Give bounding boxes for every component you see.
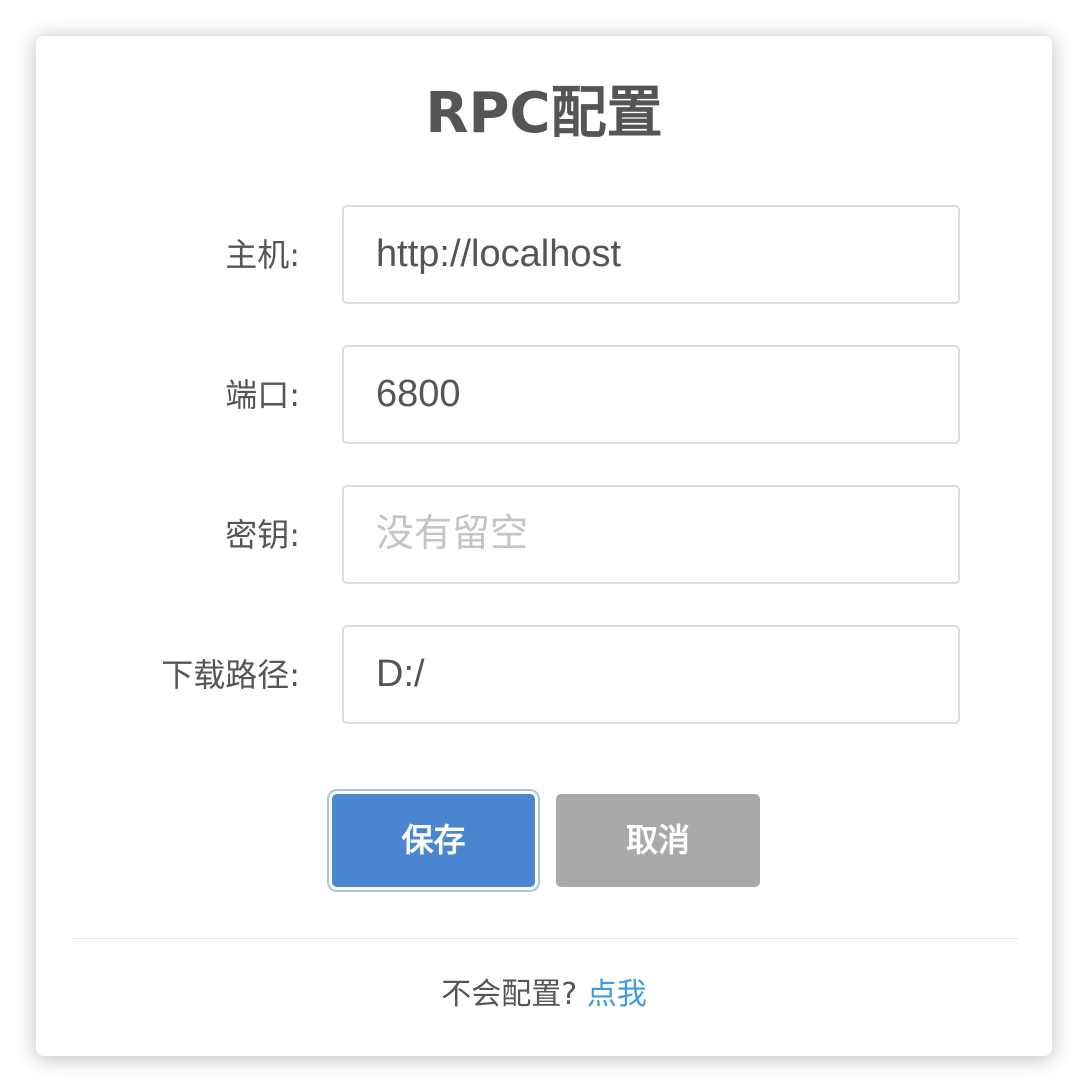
help-link[interactable]: 点我 — [587, 977, 647, 1012]
help-text: 不会配置? — [441, 977, 578, 1012]
footer-divider — [73, 938, 1018, 939]
secret-label: 密钥: — [225, 516, 300, 554]
rpc-config-dialog: RPC配置 主机: 端口: 密钥: 下载路径: 保存 取消 不会配置? 点我 — [36, 36, 1052, 1056]
cancel-button[interactable]: 取消 — [556, 794, 760, 887]
download-path-label: 下载路径: — [161, 656, 300, 694]
secret-input[interactable] — [342, 485, 960, 584]
footer: 不会配置? 点我 — [36, 972, 1052, 1018]
host-label: 主机: — [225, 236, 300, 274]
download-path-input[interactable] — [342, 625, 960, 724]
port-input[interactable] — [342, 345, 960, 444]
port-label: 端口: — [225, 376, 300, 414]
host-input[interactable] — [342, 205, 960, 304]
save-button[interactable]: 保存 — [332, 794, 535, 887]
dialog-title: RPC配置 — [425, 81, 663, 146]
